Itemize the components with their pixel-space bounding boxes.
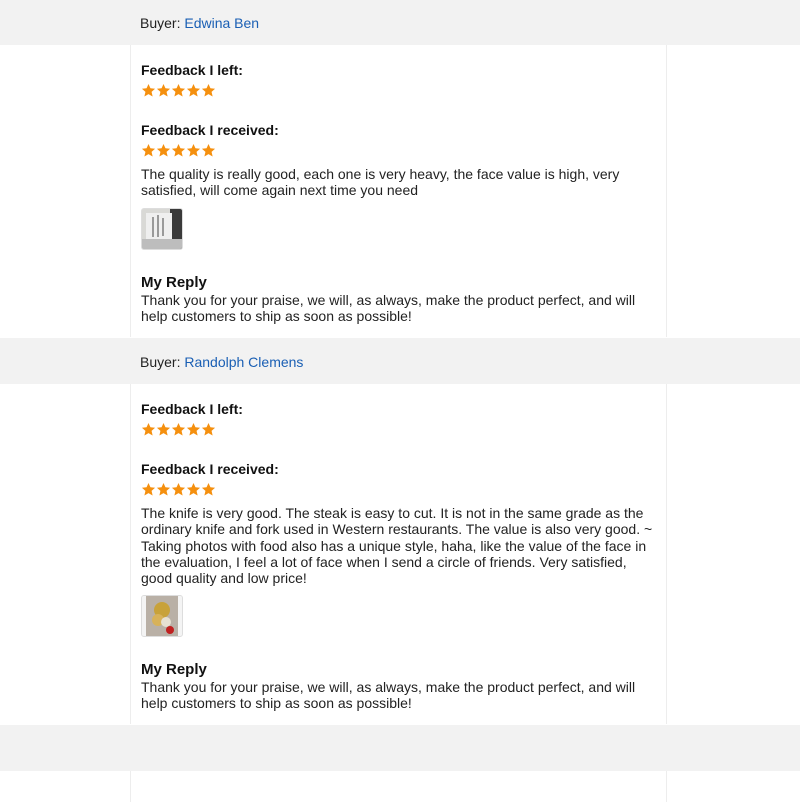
star-icon: [156, 422, 171, 437]
star-icon: [141, 143, 156, 158]
photo-image-icon: [142, 209, 182, 249]
star-icon: [156, 143, 171, 158]
review-header-band: [0, 725, 800, 771]
star-icon: [171, 143, 186, 158]
star-icon: [201, 422, 216, 437]
feedback-received-label: Feedback I received:: [141, 122, 279, 138]
feedback-received-label: Feedback I received:: [141, 461, 279, 477]
star-icon: [156, 482, 171, 497]
star-icon: [171, 83, 186, 98]
buyer-name-link[interactable]: Edwina Ben: [184, 15, 259, 31]
star-icon: [186, 482, 201, 497]
reply-title: My Reply: [141, 661, 207, 678]
buyer-line: Buyer: Edwina Ben: [140, 15, 259, 31]
review-photo-thumbnail[interactable]: [141, 208, 183, 250]
review-text: The knife is very good. The steak is eas…: [141, 505, 653, 587]
star-icon: [141, 83, 156, 98]
feedback-left-stars: [141, 422, 651, 438]
star-icon: [201, 143, 216, 158]
star-icon: [186, 143, 201, 158]
review-card: [130, 771, 667, 802]
star-icon: [141, 482, 156, 497]
star-icon: [201, 482, 216, 497]
buyer-line: Buyer: Randolph Clemens: [140, 354, 303, 370]
star-icon: [186, 83, 201, 98]
star-icon: [156, 83, 171, 98]
reply-text: Thank you for your praise, we will, as a…: [141, 679, 636, 712]
review-card: Feedback I left: Feedback I received: Th…: [130, 45, 667, 337]
buyer-label: Buyer:: [140, 15, 181, 31]
star-icon: [201, 83, 216, 98]
reply-text: Thank you for your praise, we will, as a…: [141, 292, 636, 325]
buyer-label: Buyer:: [140, 354, 181, 370]
star-icon: [171, 422, 186, 437]
feedback-received-stars: [141, 482, 651, 498]
feedback-left-label: Feedback I left:: [141, 401, 243, 417]
star-icon: [171, 482, 186, 497]
feedback-received-stars: [141, 143, 651, 159]
star-icon: [186, 422, 201, 437]
review-text: The quality is really good, each one is …: [141, 166, 620, 199]
buyer-name-link[interactable]: Randolph Clemens: [184, 354, 303, 370]
reply-title: My Reply: [141, 274, 207, 291]
review-header-band: [0, 0, 800, 45]
feedback-left-stars: [141, 83, 651, 99]
photo-image-icon: [142, 596, 182, 636]
star-icon: [141, 422, 156, 437]
review-header-band: [0, 338, 800, 384]
review-card: Feedback I left: Feedback I received: Th…: [130, 384, 667, 724]
review-photo-thumbnail[interactable]: [141, 595, 183, 637]
feedback-left-label: Feedback I left:: [141, 62, 243, 78]
